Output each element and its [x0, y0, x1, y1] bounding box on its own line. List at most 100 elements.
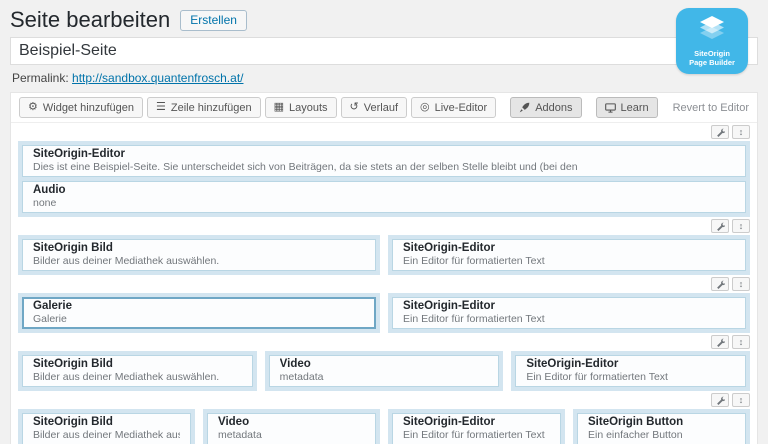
widget-title: SiteOrigin Button [588, 416, 684, 428]
widget-galerie[interactable]: Galerie Galerie [22, 297, 376, 329]
history-icon: ↺ [349, 101, 359, 113]
row-cell: Video metadata [203, 409, 380, 444]
widget-siteorigin-editor[interactable]: SiteOrigin-Editor Ein Editor für formatie… [515, 355, 747, 387]
toolbar-button-label: Addons [535, 101, 573, 114]
row-move-button[interactable]: ↕ [732, 277, 750, 291]
widget-siteorigin-editor[interactable]: SiteOrigin-Editor Ein Editor für formatie… [392, 239, 746, 271]
row-container: SiteOrigin Bild Bilder aus deiner Mediath… [18, 409, 750, 444]
toolbar-button-addons[interactable]: Addons [510, 97, 582, 118]
widget-title: Video [218, 416, 250, 428]
toolbar-button-verlauf[interactable]: ↺ Verlauf [340, 97, 408, 118]
widget-description: metadata [218, 429, 262, 441]
widget-description: Bilder aus deiner Mediathek auswählen. [33, 429, 180, 441]
row-cell: SiteOrigin-Editor Dies ist eine Beispiel-… [18, 141, 750, 217]
widget-title: SiteOrigin-Editor [403, 416, 495, 428]
row-controls: ↕ [18, 391, 750, 409]
builder-row: ↕ SiteOrigin Bild Bilder aus deiner Media… [18, 333, 751, 391]
page-builder-panel: ⚙ Widget hinzufügen ☰ Zeile hinzufügen ▦… [10, 92, 758, 444]
row-controls: ↕ [18, 275, 750, 293]
toolbar-button-live-editor[interactable]: ◎ Live-Editor [411, 97, 497, 118]
row-move-button[interactable]: ↕ [732, 393, 750, 407]
toolbar-button-label: Widget hinzufügen [42, 101, 134, 114]
row-cell: SiteOrigin Bild Bilder aus deiner Mediath… [18, 235, 380, 275]
widget-video[interactable]: Video metadata [207, 413, 376, 444]
widget-title: SiteOrigin-Editor [526, 358, 619, 370]
live-editor-eye-icon: ◎ [420, 101, 430, 113]
widget-description: Ein Editor für formatierten Text [403, 255, 545, 267]
builder-row: ↕ Galerie Galerie SiteOrigin-Editor Ein Edi… [18, 275, 750, 333]
toolbar-button-learn[interactable]: Learn [595, 97, 658, 118]
row-move-button[interactable]: ↕ [732, 125, 750, 139]
widget-title: Video [279, 358, 311, 370]
row-cell: SiteOrigin-Editor Ein Editor für formatie… [511, 351, 751, 391]
builder-row: ↕ SiteOrigin Bild Bilder aus deiner Media… [18, 217, 750, 275]
badge-title: SiteOrigin Page Builder [689, 48, 735, 67]
row-container: SiteOrigin Bild Bilder aus deiner Mediath… [18, 235, 750, 275]
widget-title: Galerie [33, 300, 72, 312]
row-cell: Galerie Galerie [18, 293, 380, 333]
widget-description: Ein Editor für formatierten Text [526, 371, 668, 383]
revert-to-editor-link[interactable]: Revert to Editor [673, 102, 749, 114]
widget-title: Audio [33, 184, 66, 196]
row-container: SiteOrigin Bild Bilder aus deiner Mediath… [18, 351, 751, 391]
toolbar-button-widget-hinzuf-gen[interactable]: ⚙ Widget hinzufügen [19, 97, 143, 118]
toolbar-button-label: Zeile hinzufügen [170, 101, 252, 114]
builder-row: ↕ SiteOrigin Bild Bilder aus deiner Media… [18, 391, 750, 444]
widget-description: metadata [279, 371, 324, 383]
widget-description: Ein einfacher Button [588, 429, 683, 441]
widget-description: Ein Editor für formatierten Text [403, 429, 545, 441]
toolbar-button-label: Verlauf [363, 101, 399, 114]
toolbar-button-zeile-hinzuf-gen[interactable]: ☰ Zeile hinzufügen [147, 97, 261, 118]
post-title-input[interactable] [10, 37, 758, 65]
row-controls: ↕ [18, 123, 750, 141]
toolbar-button-layouts[interactable]: ▦ Layouts [264, 97, 337, 118]
row-edit-wrench-button[interactable] [711, 277, 729, 291]
widget-description: Dies ist eine Beispiel-Seite. Sie unters… [33, 161, 578, 173]
admin-page: Seite bearbeiten Erstellen Permalink: ht… [0, 0, 768, 444]
page-title: Seite bearbeiten [10, 7, 171, 32]
toolbar-button-label: Learn [620, 101, 649, 114]
row-edit-wrench-button[interactable] [711, 393, 729, 407]
row-edit-wrench-button[interactable] [711, 335, 729, 349]
widget-siteorigin-button[interactable]: SiteOrigin Button Ein einfacher Button [577, 413, 746, 444]
widget-siteorigin-bild[interactable]: SiteOrigin Bild Bilder aus deiner Mediath… [22, 355, 253, 387]
row-controls: ↕ [18, 333, 750, 351]
monitor-icon [604, 102, 616, 113]
widget-description: Ein Editor für formatierten Text [403, 313, 545, 325]
widget-description: none [33, 197, 57, 209]
widget-title: SiteOrigin Bild [33, 416, 113, 428]
row-move-button[interactable]: ↕ [732, 335, 750, 349]
widget-description: Galerie [33, 313, 67, 325]
widget-description: Bilder aus deiner Mediathek auswählen. [33, 371, 220, 383]
widget-siteorigin-editor[interactable]: SiteOrigin-Editor Dies ist eine Beispiel-… [22, 145, 746, 177]
widget-siteorigin-editor[interactable]: SiteOrigin-Editor Ein Editor für formatie… [392, 297, 746, 329]
rocket-icon [519, 102, 530, 113]
row-cell: SiteOrigin-Editor Ein Editor für formatie… [388, 409, 565, 444]
layouts-grid-icon: ▦ [273, 101, 285, 113]
widget-title: SiteOrigin-Editor [33, 148, 125, 160]
row-edit-wrench-button[interactable] [711, 125, 729, 139]
row-container: Galerie Galerie SiteOrigin-Editor Ein Edito… [18, 293, 750, 333]
toolbar-button-label: Layouts [289, 101, 328, 114]
widget-siteorigin-bild[interactable]: SiteOrigin Bild Bilder aus deiner Mediath… [22, 239, 376, 271]
row-cell: SiteOrigin Bild Bilder aus deiner Mediath… [18, 351, 257, 391]
builder-toolbar: ⚙ Widget hinzufügen ☰ Zeile hinzufügen ▦… [11, 93, 757, 123]
builder-rows-area: ↕ SiteOrigin-Editor Dies ist eine Beispie… [11, 123, 757, 444]
add-new-page-button[interactable]: Erstellen [180, 9, 247, 31]
widget-title: SiteOrigin-Editor [403, 300, 495, 312]
toolbar-button-label: Live-Editor [434, 101, 488, 114]
row-move-button[interactable]: ↕ [732, 219, 750, 233]
row-edit-wrench-button[interactable] [711, 219, 729, 233]
widget-title: SiteOrigin Bild [33, 358, 113, 370]
add-row-lines-icon: ☰ [156, 101, 166, 113]
row-container: SiteOrigin-Editor Dies ist eine Beispiel-… [18, 141, 750, 217]
siteorigin-page-builder-badge: SiteOrigin Page Builder [676, 8, 748, 74]
stacked-layers-icon [694, 15, 730, 48]
permalink-link[interactable]: http://sandbox.quantenfrosch.at/ [72, 71, 243, 85]
widget-siteorigin-editor[interactable]: SiteOrigin-Editor Ein Editor für formatie… [392, 413, 561, 444]
widget-siteorigin-bild[interactable]: SiteOrigin Bild Bilder aus deiner Mediath… [22, 413, 191, 444]
widget-audio[interactable]: Audio none [22, 181, 746, 213]
permalink-label: Permalink: [12, 71, 69, 85]
widget-video[interactable]: Video metadata [268, 355, 500, 387]
widget-description: Bilder aus deiner Mediathek auswählen. [33, 255, 220, 267]
